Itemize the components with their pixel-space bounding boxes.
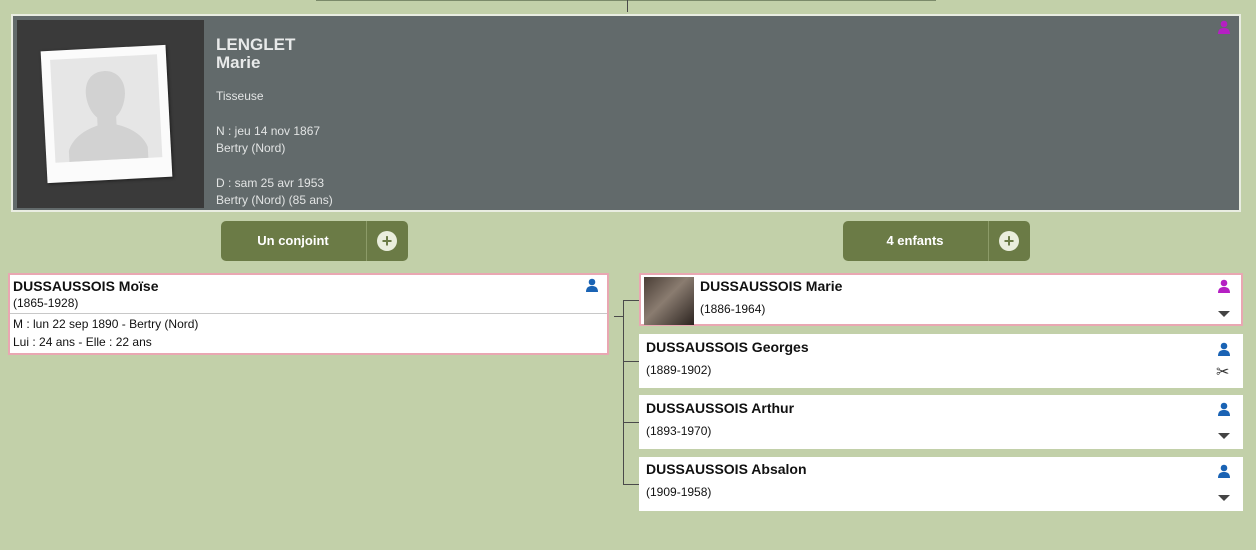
children-button[interactable]: 4 enfants + bbox=[843, 221, 1030, 261]
child-dates: (1893-1970) bbox=[646, 424, 712, 438]
spouse-button-label: Un conjoint bbox=[257, 233, 329, 248]
main-person-occupation: Tisseuse bbox=[216, 89, 264, 103]
child-dates: (1889-1902) bbox=[646, 363, 712, 377]
spouse-name[interactable]: DUSSAUSSOIS Moïse bbox=[13, 278, 158, 294]
button-separator bbox=[988, 221, 989, 261]
child-name[interactable]: DUSSAUSSOIS Marie bbox=[700, 278, 842, 294]
photo-frame[interactable] bbox=[17, 20, 204, 208]
child-photo[interactable] bbox=[644, 277, 694, 325]
children-bracket bbox=[623, 300, 624, 484]
button-separator bbox=[366, 221, 367, 261]
divider bbox=[10, 313, 607, 314]
scissors-icon[interactable]: ✂ bbox=[1216, 365, 1229, 381]
male-person-icon[interactable] bbox=[1217, 464, 1231, 483]
add-spouse-plus-icon[interactable]: + bbox=[377, 231, 397, 251]
marriage-info: M : lun 22 sep 1890 - Bertry (Nord) bbox=[13, 317, 199, 331]
child-dates: (1909-1958) bbox=[646, 485, 712, 499]
bracket-branch bbox=[623, 422, 639, 423]
child-card-marie[interactable]: DUSSAUSSOIS Marie (1886-1964) bbox=[639, 273, 1243, 326]
chevron-down-icon[interactable] bbox=[1218, 311, 1230, 317]
chevron-down-icon[interactable] bbox=[1218, 495, 1230, 501]
silhouette-placeholder-icon bbox=[50, 54, 163, 163]
bracket-branch bbox=[623, 361, 639, 362]
bracket-branch bbox=[623, 484, 639, 485]
main-person-card[interactable]: LENGLET Marie Tisseuse N : jeu 14 nov 18… bbox=[11, 14, 1241, 212]
male-person-icon[interactable] bbox=[585, 278, 599, 297]
child-card-absalon[interactable]: DUSSAUSSOIS Absalon (1909-1958) bbox=[639, 457, 1243, 511]
placeholder-photo bbox=[40, 44, 173, 184]
connector-stub bbox=[614, 316, 623, 317]
spouse-card[interactable]: DUSSAUSSOIS Moïse (1865-1928) M : lun 22… bbox=[8, 273, 609, 355]
child-name[interactable]: DUSSAUSSOIS Georges bbox=[646, 339, 809, 355]
spouse-dates: (1865-1928) bbox=[13, 296, 79, 310]
child-name[interactable]: DUSSAUSSOIS Absalon bbox=[646, 461, 807, 477]
bracket-branch bbox=[623, 300, 639, 301]
add-child-plus-icon[interactable]: + bbox=[999, 231, 1019, 251]
female-person-icon[interactable] bbox=[1217, 279, 1231, 298]
child-dates: (1886-1964) bbox=[700, 302, 766, 316]
spouse-button[interactable]: Un conjoint + bbox=[221, 221, 408, 261]
marriage-ages: Lui : 24 ans - Elle : 22 ans bbox=[13, 335, 152, 349]
male-person-icon[interactable] bbox=[1217, 402, 1231, 421]
female-person-icon[interactable] bbox=[1217, 20, 1231, 39]
top-connector-line bbox=[316, 0, 936, 1]
main-person-death-place: Bertry (Nord) (85 ans) bbox=[216, 193, 333, 207]
child-name[interactable]: DUSSAUSSOIS Arthur bbox=[646, 400, 794, 416]
child-card-georges[interactable]: DUSSAUSSOIS Georges (1889-1902) ✂ bbox=[639, 334, 1243, 388]
main-person-info: LENGLET Marie Tisseuse N : jeu 14 nov 18… bbox=[216, 36, 333, 209]
children-button-label: 4 enfants bbox=[886, 233, 944, 248]
main-person-firstname[interactable]: Marie bbox=[216, 54, 333, 72]
child-card-arthur[interactable]: DUSSAUSSOIS Arthur (1893-1970) bbox=[639, 395, 1243, 449]
chevron-down-icon[interactable] bbox=[1218, 433, 1230, 439]
main-person-surname[interactable]: LENGLET bbox=[216, 36, 333, 54]
main-person-death-date: D : sam 25 avr 1953 bbox=[216, 176, 325, 190]
main-person-birth-date: N : jeu 14 nov 1867 bbox=[216, 124, 321, 138]
male-person-icon[interactable] bbox=[1217, 342, 1231, 361]
top-connector-tick bbox=[627, 0, 628, 12]
main-person-birth-place: Bertry (Nord) bbox=[216, 141, 286, 155]
